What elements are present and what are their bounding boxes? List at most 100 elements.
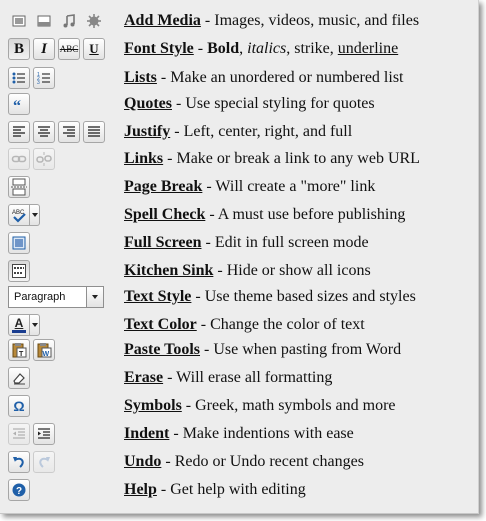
feature-name: Text Style (124, 288, 192, 305)
row-description: Paste Tools - Use when pasting from Word (124, 338, 401, 362)
spellcheck-dropdown[interactable] (30, 204, 40, 226)
outdent-button[interactable] (8, 423, 30, 445)
text-style-select[interactable]: Paragraph (8, 286, 104, 308)
separator: , (239, 40, 248, 57)
row-description: Page Break - Will create a "more" link (124, 175, 375, 199)
separator: - (163, 369, 177, 386)
separator: - (213, 262, 227, 279)
row-links: Links - Make or break a link to any web … (0, 147, 478, 171)
text-color-button[interactable]: A (8, 314, 30, 336)
insert-link-button[interactable] (8, 148, 30, 170)
feature-name: Quotes (124, 95, 172, 112)
kitchen-sink-icon (12, 264, 26, 278)
text-style-dropdown-arrow[interactable] (86, 287, 103, 307)
unordered-list-button[interactable] (8, 67, 30, 89)
svg-text:T: T (19, 351, 24, 358)
add-image-button[interactable] (8, 10, 30, 32)
ordered-list-button[interactable]: 123 (33, 67, 55, 89)
row-description: Text Style - Use theme based sizes and s… (124, 285, 416, 309)
feature-description: A must use before publishing (217, 206, 406, 223)
align-left-button[interactable] (8, 121, 30, 143)
feature-description: Make indentions with ease (182, 425, 354, 442)
paste-word-button[interactable]: W (33, 339, 55, 361)
row-text-style: Paragraph Text Style - Use theme based s… (0, 285, 478, 309)
text-color-dropdown[interactable] (30, 314, 40, 336)
text-color-swatch (12, 330, 26, 333)
quote-icon: “ (13, 98, 21, 112)
separator: - (156, 69, 171, 86)
bold-icon: B (13, 40, 24, 57)
blockquote-button[interactable]: “ (8, 93, 30, 115)
remove-format-button[interactable] (8, 367, 30, 389)
feature-description: Will create a "more" link (215, 178, 376, 195)
video-icon (37, 15, 51, 27)
text-style-value: Paragraph (14, 291, 66, 303)
special-character-button[interactable]: Ω (8, 395, 30, 417)
align-justify-icon (88, 126, 100, 137)
align-left-icon (13, 126, 25, 137)
strikethrough-button[interactable]: ABC (58, 38, 80, 60)
italic-icon: I (41, 40, 47, 57)
align-center-icon (38, 126, 50, 137)
align-justify-button[interactable] (83, 121, 105, 143)
insert-more-button[interactable] (8, 176, 30, 198)
row-page-break: Page Break - Will create a "more" link (0, 175, 478, 199)
row-description: Kitchen Sink - Hide or show all icons (124, 259, 371, 283)
separator: - (200, 341, 214, 358)
row-description: Help - Get help with editing (124, 478, 306, 502)
feature-description: Use when pasting from Word (213, 341, 402, 358)
row-description: Links - Make or break a link to any web … (124, 147, 420, 171)
row-text-color: A Text Color - Change the color of text (0, 313, 478, 337)
separator: - (181, 397, 196, 414)
row-symbols: Ω Symbols - Greek, math symbols and more (0, 394, 478, 418)
fullscreen-button[interactable] (8, 232, 30, 254)
help-icon: ? (12, 483, 26, 497)
feature-name: Indent (124, 425, 170, 442)
chevron-down-icon (92, 295, 98, 299)
add-media-button[interactable] (83, 10, 105, 32)
redo-button[interactable] (33, 451, 55, 473)
underline-button[interactable]: U (83, 38, 105, 60)
feature-description: Redo or Undo recent changes (174, 453, 364, 470)
add-video-button[interactable] (33, 10, 55, 32)
align-center-button[interactable] (33, 121, 55, 143)
separator: - (161, 453, 175, 470)
undo-button[interactable] (8, 451, 30, 473)
toolbar-legend-panel: Add Media - Images, videos, music, and f… (0, 0, 479, 514)
separator: - (201, 234, 215, 251)
bold-button[interactable]: B (8, 38, 30, 60)
separator: - (172, 95, 186, 112)
align-right-button[interactable] (58, 121, 80, 143)
row-spell-check: ABC Spell Check - A must use before publ… (0, 203, 478, 227)
feature-name: Full Screen (124, 234, 202, 251)
fullscreen-icon (12, 236, 26, 250)
row-description: Justify - Left, center, right, and full (124, 120, 352, 144)
separator: - (191, 288, 205, 305)
row-description: Text Color - Change the color of text (124, 313, 365, 337)
feature-description: Images, videos, music, and files (214, 12, 420, 29)
remove-link-button[interactable] (33, 148, 55, 170)
outdent-icon (13, 428, 25, 439)
row-description: Font Style - Bold, italics, strike, unde… (124, 37, 398, 61)
separator: - (170, 123, 184, 140)
spellcheck-button[interactable]: ABC (8, 204, 30, 226)
svg-text:W: W (43, 351, 50, 358)
feature-description: Make or break a link to any web URL (176, 150, 420, 167)
row-description: Erase - Will erase all formatting (124, 366, 332, 390)
feature-description: Change the color of text (210, 316, 365, 333)
italic-button[interactable]: I (33, 38, 55, 60)
kitchen-sink-button[interactable] (8, 260, 30, 282)
italics-sample: italics (247, 40, 287, 57)
help-button[interactable]: ? (8, 479, 30, 501)
omega-icon: Ω (13, 398, 25, 414)
feature-name: Kitchen Sink (124, 262, 214, 279)
add-audio-button[interactable] (58, 10, 80, 32)
link-icon (11, 155, 27, 163)
paste-text-button[interactable]: T (8, 339, 30, 361)
svg-text:3: 3 (37, 80, 40, 86)
indent-button[interactable] (33, 423, 55, 445)
feature-description: Greek, math symbols and more (195, 397, 396, 414)
separator: - (205, 206, 218, 223)
feature-description: Will erase all formatting (176, 369, 333, 386)
row-paste-tools: T W Paste Tools - Use when pasting from … (0, 338, 478, 362)
